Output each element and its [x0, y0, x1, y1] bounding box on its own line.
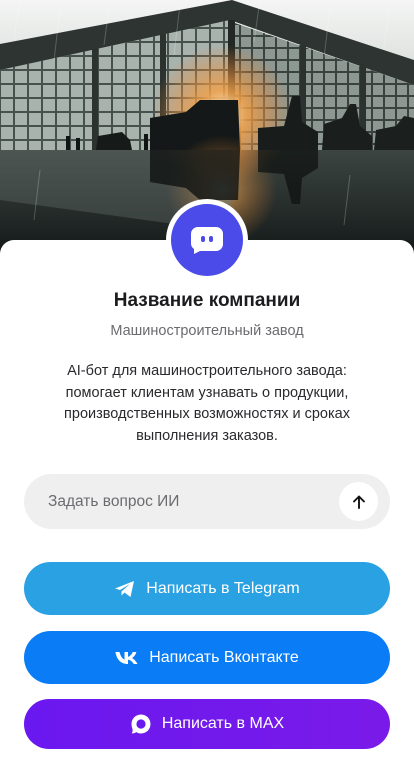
vk-button-label: Написать Вконтакте — [149, 648, 299, 666]
telegram-icon — [114, 580, 136, 598]
chat-bot-icon — [191, 227, 223, 254]
vk-icon — [115, 651, 139, 665]
page: Название компании Машиностроительный зав… — [0, 0, 414, 770]
arrow-up-icon — [352, 495, 365, 509]
write-max-button[interactable]: Написать в MAX — [24, 699, 390, 749]
ask-ai-input[interactable] — [24, 474, 334, 529]
send-button[interactable] — [339, 482, 378, 521]
company-subtitle: Машиностроительный завод — [110, 323, 304, 339]
company-description: AI-бот для машиностроительного завода: п… — [64, 363, 350, 444]
bot-avatar — [171, 204, 243, 276]
write-vk-button[interactable]: Написать Вконтакте — [24, 631, 390, 684]
ask-ai-box — [24, 474, 390, 529]
max-button-label: Написать в MAX — [161, 715, 285, 732]
write-telegram-button[interactable]: Написать в Telegram — [24, 562, 390, 615]
avatar — [166, 199, 248, 281]
company-name: Название компании — [113, 290, 301, 311]
max-icon — [130, 713, 152, 735]
telegram-button-label: Написать в Telegram — [146, 579, 300, 597]
